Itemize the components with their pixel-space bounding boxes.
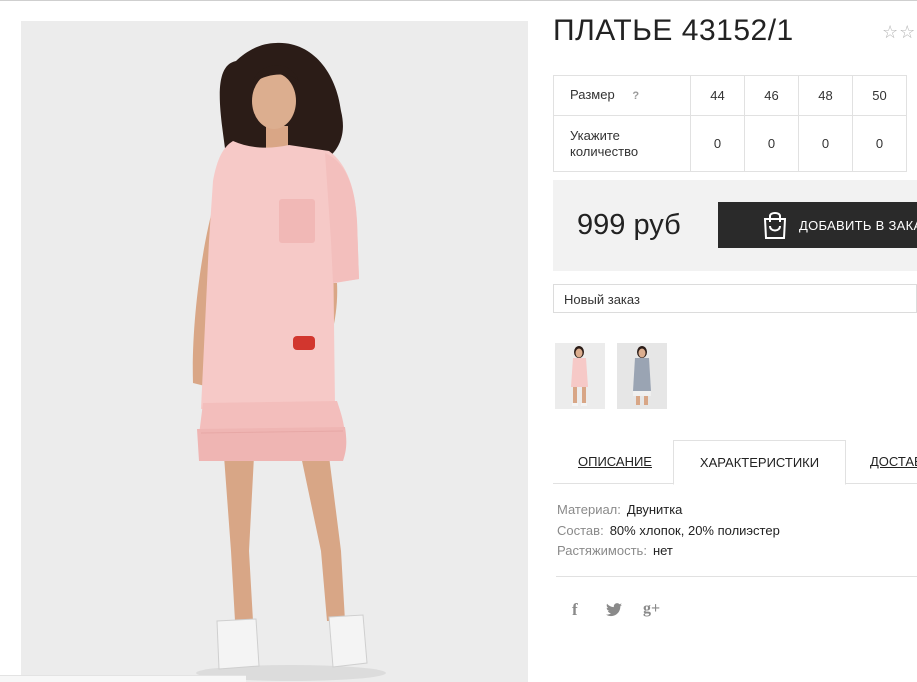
attribute-value: Двунитка [626, 502, 683, 517]
bottom-strip [0, 675, 246, 682]
thumbnail-pink-dress[interactable] [555, 343, 605, 409]
size-label-cell: Размер ? [553, 75, 691, 116]
quantity-input-46[interactable]: 0 [744, 115, 799, 172]
top-border [0, 0, 917, 1]
google-plus-icon[interactable]: g+ [643, 600, 660, 618]
attribute-key: Растяжимость: [557, 543, 647, 558]
rating-stars[interactable]: ☆☆ [882, 22, 916, 43]
facebook-icon[interactable]: f [572, 600, 578, 620]
quantity-row: Укажите количество 0 0 0 0 [553, 115, 907, 172]
quantity-input-50[interactable]: 0 [852, 115, 907, 172]
price-panel: 999 руб ДОБАВИТЬ В ЗАКАЗ [553, 180, 917, 271]
size-46: 46 [744, 75, 799, 116]
size-table: Размер ? 44 46 48 50 Укажите количество … [553, 75, 907, 172]
size-50: 50 [852, 75, 907, 116]
product-main-image[interactable] [21, 21, 528, 682]
quantity-label: Укажите количество [553, 115, 691, 172]
attribute-row: Материал: Двунитка [557, 502, 682, 517]
quantity-input-44[interactable]: 0 [690, 115, 745, 172]
quantity-input-48[interactable]: 0 [798, 115, 853, 172]
product-title: ПЛАТЬЕ 43152/1 [553, 14, 794, 47]
attribute-row: Состав: 80% хлопок, 20% полиэстер [557, 523, 780, 538]
size-48: 48 [798, 75, 853, 116]
tab-delivery[interactable]: ДОСТАВКА [846, 440, 917, 484]
attribute-row: Растяжимость: нет [557, 543, 673, 558]
attribute-key: Состав: [557, 523, 604, 538]
size-row: Размер ? 44 46 48 50 [553, 75, 907, 116]
tab-description[interactable]: ОПИСАНИЕ [556, 440, 674, 484]
tab-characteristics[interactable]: ХАРАКТЕРИСТИКИ [673, 440, 846, 485]
twitter-icon[interactable] [606, 603, 622, 621]
order-select[interactable]: Новый заказ [553, 284, 917, 313]
size-help-icon[interactable]: ? [632, 90, 639, 102]
divider [556, 576, 917, 577]
size-label: Размер [570, 87, 615, 102]
add-to-cart-label: ДОБАВИТЬ В ЗАКАЗ [799, 218, 917, 233]
shopping-bag-icon [760, 210, 790, 240]
attribute-key: Материал: [557, 502, 621, 517]
thumbnail-grey-dress[interactable] [617, 343, 667, 409]
add-to-cart-button[interactable]: ДОБАВИТЬ В ЗАКАЗ [718, 202, 917, 248]
size-44: 44 [690, 75, 745, 116]
price-value: 999 руб [577, 209, 681, 241]
attribute-value: 80% хлопок, 20% полиэстер [609, 523, 780, 538]
attribute-value: нет [652, 543, 673, 558]
